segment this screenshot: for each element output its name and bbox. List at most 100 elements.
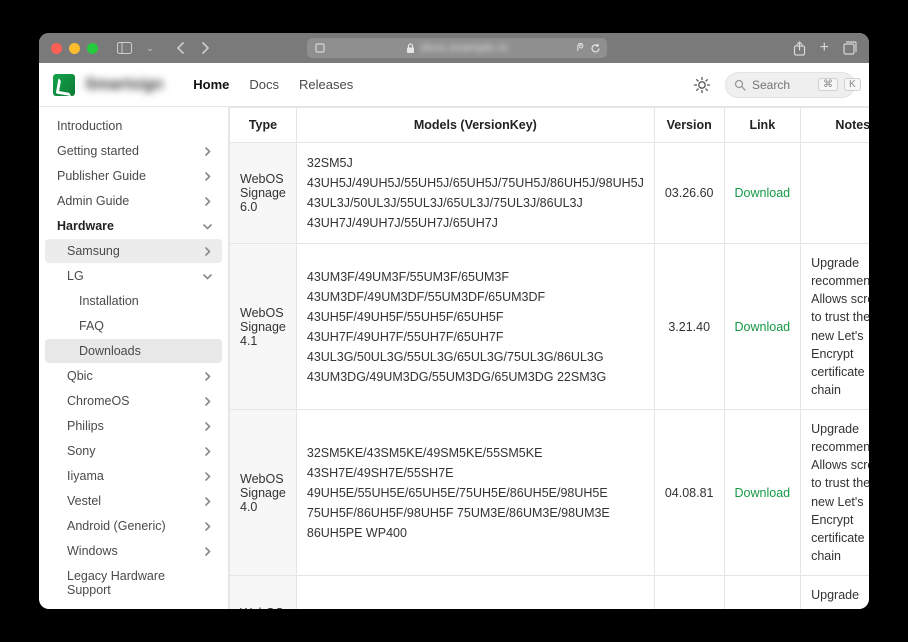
chevron-down-icon: [203, 222, 212, 231]
sidebar-item-admin-guide[interactable]: Admin Guide: [45, 189, 222, 213]
search-input[interactable]: [752, 78, 812, 92]
minimize-window-button[interactable]: [69, 43, 80, 54]
reader-icon[interactable]: ᖘ: [577, 42, 584, 55]
sidebar-item-qbic[interactable]: Qbic: [45, 364, 222, 388]
tabs-overview-icon[interactable]: [843, 41, 857, 55]
sidebar-item-label: Iiyama: [67, 469, 104, 483]
app-header: Smartsign Home Docs Releases ⌘ K: [39, 63, 869, 107]
sidebar-item-faq[interactable]: FAQ: [45, 314, 222, 338]
sidebar-item-hardware[interactable]: Hardware: [45, 214, 222, 238]
chevron-right-icon: [203, 397, 212, 406]
window-controls: [51, 43, 98, 54]
chevron-right-icon: [203, 472, 212, 481]
chevron-right-icon: [203, 372, 212, 381]
back-button[interactable]: [176, 42, 186, 54]
sidebar-item-label: Hardware: [57, 219, 114, 233]
downloads-table: Type Models (VersionKey) Version Link No…: [229, 107, 869, 609]
th-type: Type: [230, 108, 297, 143]
cell-type: WebOS: [230, 576, 297, 610]
brand-logo[interactable]: [53, 74, 75, 96]
table-row: WebOS Signage 4.032SM5KE/43SM5KE/49SM5KE…: [230, 410, 870, 576]
maximize-window-button[interactable]: [87, 43, 98, 54]
chevron-right-icon: [203, 147, 212, 156]
cell-notes: Upgrade recommended! Allows screens to t…: [801, 244, 869, 410]
theme-toggle[interactable]: [691, 74, 713, 96]
sidebar-item-troubleshooting[interactable]: Troubleshooting: [45, 603, 222, 609]
search-box[interactable]: ⌘ K: [725, 72, 855, 98]
cell-version: 04.08.81: [654, 410, 724, 576]
new-tab-icon[interactable]: +: [820, 39, 829, 57]
sidebar-item-installation[interactable]: Installation: [45, 289, 222, 313]
browser-window: ⌄ docs.example.io ᖘ: [39, 33, 869, 609]
table-row: WebOS Signage 6.032SM5J43UH5J/49UH5J/55U…: [230, 143, 870, 244]
address-bar[interactable]: docs.example.io ᖘ: [307, 38, 607, 58]
sidebar-item-philips[interactable]: Philips: [45, 414, 222, 438]
sidebar-item-label: Legacy Hardware Support: [67, 569, 212, 597]
sidebar-item-label: Sony: [67, 444, 96, 458]
sidebar-item-vestel[interactable]: Vestel: [45, 489, 222, 513]
th-models: Models (VersionKey): [296, 108, 654, 143]
table-row: WebOS Signage 4.143UM3F/49UM3F/55UM3F/65…: [230, 244, 870, 410]
sidebar-item-label: Installation: [79, 294, 139, 308]
content-area[interactable]: Type Models (VersionKey) Version Link No…: [229, 107, 869, 609]
chevron-right-icon: [203, 247, 212, 256]
sidebar-item-label: Publisher Guide: [57, 169, 146, 183]
sidebar-item-android-generic-[interactable]: Android (Generic): [45, 514, 222, 538]
sidebar-item-label: Troubleshooting: [67, 608, 156, 609]
nav-releases[interactable]: Releases: [299, 77, 353, 92]
nav-docs[interactable]: Docs: [249, 77, 279, 92]
chevron-right-icon: [203, 497, 212, 506]
chevron-right-icon: [203, 422, 212, 431]
sidebar-item-label: Introduction: [57, 119, 122, 133]
sidebar-item-label: ChromeOS: [67, 394, 130, 408]
sidebar-item-downloads[interactable]: Downloads: [45, 339, 222, 363]
sidebar-item-windows[interactable]: Windows: [45, 539, 222, 563]
cell-link: Download: [724, 143, 801, 244]
sidebar-item-lg[interactable]: LG: [45, 264, 222, 288]
cell-notes: Upgrade recommended! Allows screens: [801, 576, 869, 610]
brand-name: Smartsign: [85, 76, 163, 94]
browser-titlebar: ⌄ docs.example.io ᖘ: [39, 33, 869, 63]
shield-icon: [315, 43, 325, 53]
th-version: Version: [654, 108, 724, 143]
sidebar-item-samsung[interactable]: Samsung: [45, 239, 222, 263]
reload-icon[interactable]: [590, 43, 601, 54]
sidebar-item-getting-started[interactable]: Getting started: [45, 139, 222, 163]
sidebar-item-legacy-hardware-support[interactable]: Legacy Hardware Support: [45, 564, 222, 602]
sidebar-item-iiyama[interactable]: Iiyama: [45, 464, 222, 488]
sidebar-item-label: FAQ: [79, 319, 104, 333]
download-link[interactable]: Download: [735, 486, 791, 500]
cell-type: WebOS Signage 4.0: [230, 410, 297, 576]
search-icon: [734, 79, 746, 91]
kbd-k: K: [844, 78, 861, 91]
sidebar-item-publisher-guide[interactable]: Publisher Guide: [45, 164, 222, 188]
cell-notes: [801, 143, 869, 244]
cell-version: 03.26.60: [654, 143, 724, 244]
close-window-button[interactable]: [51, 43, 62, 54]
chevron-right-icon: [203, 172, 212, 181]
sidebar-item-label: Downloads: [79, 344, 141, 358]
sidebar-item-sony[interactable]: Sony: [45, 439, 222, 463]
download-link[interactable]: Download: [735, 320, 791, 334]
url-text: docs.example.io: [421, 42, 508, 54]
cell-link: [724, 576, 801, 610]
cell-link: Download: [724, 410, 801, 576]
download-link[interactable]: Download: [735, 186, 791, 200]
sidebar-item-chromeos[interactable]: ChromeOS: [45, 389, 222, 413]
sidebar-item-label: LG: [67, 269, 84, 283]
sidebar-item-label: Vestel: [67, 494, 101, 508]
chevron-down-icon[interactable]: ⌄: [142, 40, 158, 56]
cell-models: 32SM5J43UH5J/49UH5J/55UH5J/65UH5J/75UH5J…: [296, 143, 654, 244]
nav-home[interactable]: Home: [193, 77, 229, 92]
cell-models: 32SM5KE/43SM5KE/49SM5KE/55SM5KE43SH7E/49…: [296, 410, 654, 576]
sidebar-toggle-icon[interactable]: [116, 40, 132, 56]
share-icon[interactable]: [793, 41, 806, 56]
table-row: WebOS Upgrade recommended! Allows screens: [230, 576, 870, 610]
cell-link: Download: [724, 244, 801, 410]
kbd-cmd: ⌘: [818, 78, 838, 91]
th-notes: Notes: [801, 108, 869, 143]
sidebar-item-label: Android (Generic): [67, 519, 166, 533]
sidebar-item-label: Getting started: [57, 144, 139, 158]
forward-button[interactable]: [200, 42, 210, 54]
sidebar-item-introduction[interactable]: Introduction: [45, 114, 222, 138]
